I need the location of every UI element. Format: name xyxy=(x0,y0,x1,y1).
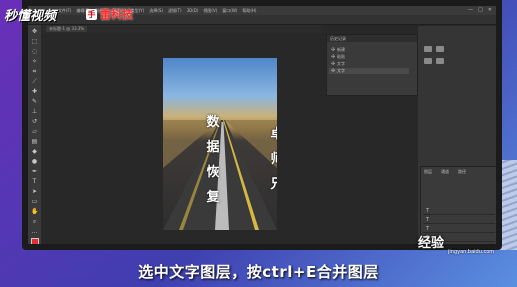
move-tool-icon[interactable]: ✥ xyxy=(31,28,38,35)
maximize-button[interactable]: □ xyxy=(478,6,483,15)
lasso-tool-icon[interactable]: ◌ xyxy=(31,48,38,55)
styles-panel-icon[interactable] xyxy=(436,58,444,64)
menu-window[interactable]: 窗口(W) xyxy=(222,6,237,15)
tab-layers[interactable]: 图层 xyxy=(424,169,432,175)
history-item[interactable]: ✢ 粘贴 xyxy=(329,54,409,60)
canvas-text-left: 数据恢复 xyxy=(206,115,220,205)
color-panel-icon[interactable] xyxy=(424,46,432,52)
hand-tool-icon[interactable]: ✋ xyxy=(31,208,38,215)
healing-brush-tool-icon[interactable]: ✚ xyxy=(31,88,38,95)
channel-logo: 手 雷科技 xyxy=(86,6,133,22)
text-layer-icon: T xyxy=(426,208,430,214)
miaodong-logo: 秒懂视频 xyxy=(4,9,57,24)
shape-tool-icon[interactable]: ▭ xyxy=(31,198,38,205)
baidu-jingyan-url: jingyan.baidu.com xyxy=(448,249,495,255)
history-item-selected[interactable]: ✢ 文字 xyxy=(329,68,409,74)
history-state-icon: ✢ xyxy=(331,61,336,67)
more-tools-icon[interactable]: … xyxy=(31,228,38,235)
blur-tool-icon[interactable]: ◆ xyxy=(31,148,38,155)
history-item[interactable]: ✢ 新建 xyxy=(329,47,409,53)
baidu-jingyan-watermark: 经验 xyxy=(418,236,445,251)
menu-file[interactable]: 文件(F) xyxy=(58,6,71,15)
clone-stamp-tool-icon[interactable]: ⊥ xyxy=(31,108,38,115)
adjustments-panel-icon[interactable] xyxy=(424,58,432,64)
canvas-text-right: 卓师兄 xyxy=(270,127,277,192)
foreground-color-swatch[interactable] xyxy=(31,238,39,244)
tab-paths[interactable]: 路径 xyxy=(458,169,466,175)
pen-tool-icon[interactable]: ✒ xyxy=(31,168,38,175)
brush-tool-icon[interactable]: ✎ xyxy=(31,98,38,105)
menu-help[interactable]: 帮助(H) xyxy=(242,6,256,15)
video-subtitle: 选中文字图层，按ctrl+E合并图层 xyxy=(138,263,379,281)
monitor: 文件(F) 编辑(E) 图像(I) 图层(L) 类型(Y) 选择(S) 滤镜(T… xyxy=(22,0,502,250)
menu-view[interactable]: 视图(V) xyxy=(203,6,217,15)
tab-channels[interactable]: 通道 xyxy=(441,169,449,175)
history-brush-tool-icon[interactable]: ↺ xyxy=(31,118,38,125)
document-canvas[interactable]: 数据恢复 卓师兄 xyxy=(163,58,277,230)
history-panel: 历史记录 ✢ 新建 ✢ 粘贴 ✢ 文字 ✢ 文字 xyxy=(326,34,418,96)
tools-panel: ✥ ⬚ ◌ ✧ ⌗ ⟋ ✚ ✎ ⊥ ↺ ▱ ▤ ◆ ● ✒ T ➤ ▭ ✋ ⌕ … xyxy=(28,25,42,244)
document-tab-bar: 未标题-1 @ 33.3% xyxy=(42,25,322,33)
close-button[interactable]: ✕ xyxy=(488,6,492,15)
marquee-tool-icon[interactable]: ⬚ xyxy=(31,38,38,45)
window-controls: — □ ✕ xyxy=(468,6,492,15)
history-panel-title: 历史记录 xyxy=(327,35,417,42)
photoshop-window: 文件(F) 编辑(E) 图像(I) 图层(L) 类型(Y) 选择(S) 滤镜(T… xyxy=(28,6,496,244)
menu-filter[interactable]: 滤镜(T) xyxy=(168,6,182,15)
magic-wand-tool-icon[interactable]: ✧ xyxy=(31,58,38,65)
history-state-icon: ✢ xyxy=(331,54,336,60)
minimize-button[interactable]: — xyxy=(468,6,473,15)
dodge-tool-icon[interactable]: ● xyxy=(31,158,38,165)
history-item[interactable]: ✢ 文字 xyxy=(329,61,409,67)
menu-3d[interactable]: 3D(D) xyxy=(187,6,199,15)
eyedropper-tool-icon[interactable]: ⟋ xyxy=(31,78,38,85)
gradient-tool-icon[interactable]: ▤ xyxy=(31,138,38,145)
channel-name: 雷科技 xyxy=(100,8,133,21)
history-state-icon: ✢ xyxy=(331,68,336,74)
document-tab[interactable]: 未标题-1 @ 33.3% xyxy=(46,26,88,32)
zoom-tool-icon[interactable]: ⌕ xyxy=(31,218,38,225)
crop-tool-icon[interactable]: ⌗ xyxy=(31,68,38,75)
menu-select[interactable]: 选择(S) xyxy=(149,6,163,15)
eraser-tool-icon[interactable]: ▱ xyxy=(31,128,38,135)
layer-row[interactable]: T xyxy=(423,216,495,224)
history-state-icon: ✢ xyxy=(331,47,336,53)
type-tool-icon[interactable]: T xyxy=(31,178,38,185)
swatches-panel-icon[interactable] xyxy=(436,46,444,52)
layer-row[interactable]: T xyxy=(423,207,495,215)
text-layer-icon: T xyxy=(426,217,430,223)
path-selection-tool-icon[interactable]: ➤ xyxy=(31,188,38,195)
channel-logo-icon: 手 xyxy=(86,8,97,20)
